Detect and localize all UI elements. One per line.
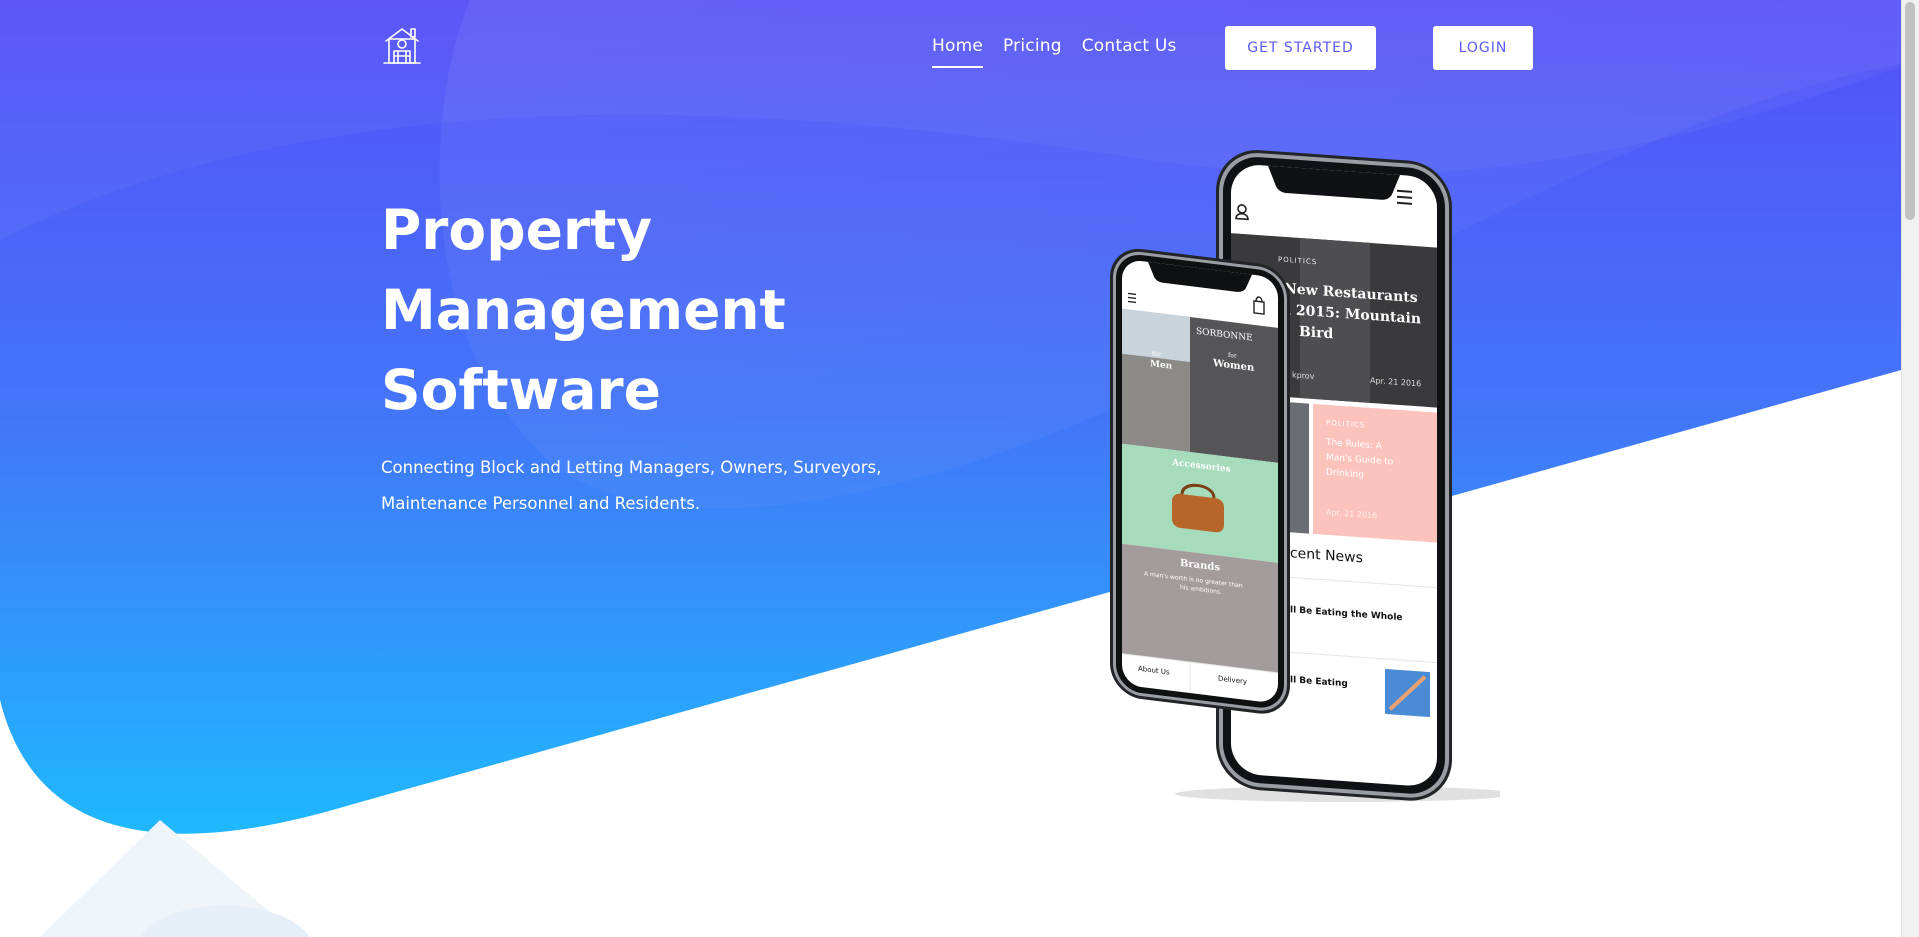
phone-mockups: POLITICS New Restaurants a 2015: Mountai… (1110, 150, 1500, 802)
nav-home-link[interactable]: Home (932, 36, 984, 68)
hero-title-line-2: Management (381, 278, 786, 342)
nav-contact-us-link[interactable]: Contact Us (1082, 36, 1177, 66)
hero-title-line-3: Software (381, 358, 661, 422)
nav-pricing-link[interactable]: Pricing (1003, 36, 1062, 66)
page-scrollbar[interactable] (1901, 0, 1919, 937)
get-started-button[interactable]: GET STARTED (1225, 26, 1376, 70)
hero-subtitle-line-1: Connecting Block and Letting Managers, O… (381, 458, 882, 477)
phone-front: SORBONNE for Men for Women Accessories B… (1110, 248, 1290, 714)
front-tile-women-small: for (1228, 352, 1237, 360)
login-button[interactable]: LOGIN (1433, 26, 1533, 70)
hero-subtitle: Connecting Block and Letting Managers, O… (381, 450, 921, 522)
hero-title: Property Management Software (381, 190, 861, 430)
main-nav: Home Pricing Contact Us (932, 36, 1177, 68)
hero-subtitle-line-2: Maintenance Personnel and Residents. (381, 494, 701, 513)
hero-background (0, 0, 1919, 937)
front-tile-men-small: for (1152, 350, 1161, 358)
back-headline-line-3: Bird (1299, 324, 1333, 342)
hero-title-line-1: Property (381, 198, 653, 262)
back-author: kprov (1292, 370, 1315, 381)
scrollbar-thumb[interactable] (1905, 2, 1915, 220)
house-icon[interactable] (381, 25, 423, 67)
